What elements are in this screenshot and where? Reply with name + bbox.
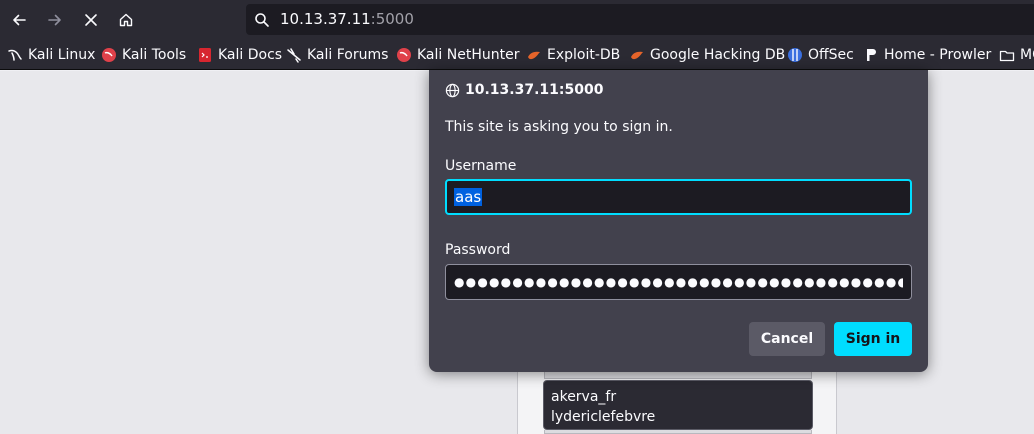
url-host: 10.13.37.11: [280, 10, 371, 28]
bookmark-google-hacking-db[interactable]: Google Hacking DB: [629, 44, 785, 66]
prowler-icon: [867, 49, 876, 61]
bookmark-label: MC: [1020, 47, 1034, 63]
exploit-db-icon: [528, 51, 540, 60]
url-text: 10.13.37.11:5000: [280, 10, 414, 28]
url-port: :5000: [370, 10, 414, 28]
card-line-2: lydericlefebvre: [551, 409, 656, 425]
bookmark-home-prowler[interactable]: Home - Prowler: [863, 44, 991, 66]
dialog-origin-text: 10.13.37.11:5000: [465, 82, 604, 98]
username-input[interactable]: aas: [445, 179, 912, 215]
dialog-origin: 10.13.37.11:5000: [445, 82, 603, 98]
kali-nethunter-icon: [397, 48, 411, 62]
globe-icon: [445, 83, 460, 97]
arrow-right-icon: [48, 14, 61, 26]
sign-in-button[interactable]: Sign in: [834, 322, 912, 356]
bookmark-kali-docs[interactable]: Kali Docs: [197, 44, 282, 66]
kali-dragon-icon: [8, 49, 22, 61]
bookmark-label: OffSec: [808, 47, 854, 63]
password-value: ●●●●●●●●●●●●●●●●●●●●●●●●●●●●●●●●●●●●●●●: [454, 276, 903, 288]
url-bar[interactable]: 10.13.37.11:5000: [246, 4, 1034, 35]
bookmark-label: Kali Linux: [28, 47, 96, 63]
username-label: Username: [445, 158, 517, 174]
password-input[interactable]: ●●●●●●●●●●●●●●●●●●●●●●●●●●●●●●●●●●●●●●●: [445, 264, 912, 300]
home-button[interactable]: [112, 6, 140, 34]
card-line-1: akerva_fr: [551, 389, 617, 405]
search-icon: [255, 13, 269, 27]
bookmark-exploit-db[interactable]: Exploit-DB: [526, 44, 620, 66]
bookmark-label: Kali Forums: [307, 47, 389, 63]
bookmark-folder-mc[interactable]: MC: [999, 44, 1034, 66]
bookmark-label: Google Hacking DB: [650, 47, 786, 63]
bookmark-label: Kali Tools: [122, 47, 187, 63]
bookmark-kali-forums[interactable]: Kali Forums: [286, 44, 388, 66]
bookmark-label: Kali NetHunter: [417, 47, 520, 63]
bookmarks-bar: Kali Linux Kali Tools Kali Docs Kali For…: [0, 40, 1034, 70]
bookmark-kali-tools[interactable]: Kali Tools: [101, 44, 186, 66]
dialog-message: This site is asking you to sign in.: [445, 119, 673, 135]
bookmark-offsec[interactable]: OffSec: [787, 44, 854, 66]
home-icon: [119, 13, 133, 27]
bookmark-kali-linux[interactable]: Kali Linux: [7, 44, 95, 66]
password-label: Password: [445, 242, 511, 258]
kali-tools-icon: [102, 48, 116, 62]
browser-toolbar: 10.13.37.11:5000: [0, 0, 1034, 40]
arrow-left-icon: [13, 14, 26, 26]
back-button[interactable]: [5, 6, 33, 34]
card-divider: [544, 430, 812, 434]
kali-forums-icon: [287, 48, 301, 63]
close-icon: [85, 14, 97, 26]
bookmark-label: Kali Docs: [218, 47, 283, 63]
kali-docs-icon: [199, 48, 211, 62]
cancel-button[interactable]: Cancel: [749, 322, 825, 356]
stop-button[interactable]: [77, 6, 105, 34]
bookmark-label: Exploit-DB: [547, 47, 621, 63]
bookmark-kali-nethunter[interactable]: Kali NetHunter: [396, 44, 519, 66]
username-value: aas: [454, 188, 483, 206]
ghdb-icon: [631, 51, 643, 60]
offsec-icon: [788, 48, 802, 62]
forward-button[interactable]: [41, 6, 69, 34]
http-auth-dialog: 10.13.37.11:5000 This site is asking you…: [429, 70, 928, 372]
folder-icon: [999, 50, 1015, 62]
bookmark-label: Home - Prowler: [884, 47, 992, 63]
user-card: akerva_fr lydericlefebvre: [543, 380, 813, 430]
